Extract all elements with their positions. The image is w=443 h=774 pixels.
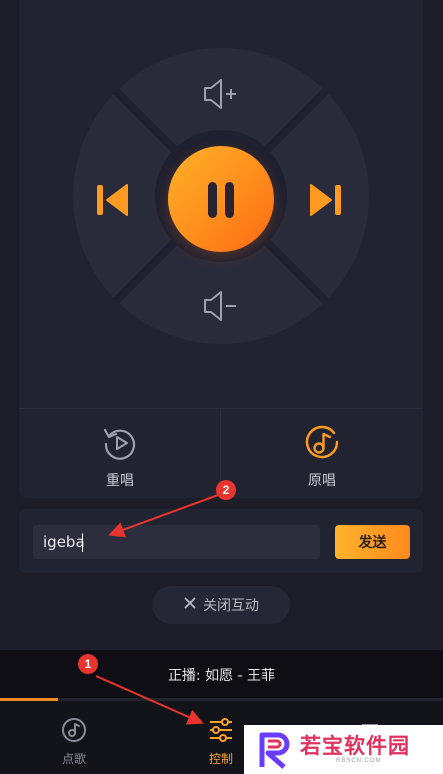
close-interaction-label: 关闭互动 [203, 598, 259, 614]
tab-songs[interactable]: 点歌 [44, 717, 104, 767]
now-playing-text: 正播: 如愿 - 王菲 [167, 668, 276, 684]
skip-previous-icon[interactable] [93, 182, 133, 222]
music-note-icon [61, 718, 87, 747]
watermark: 若宝软件园 RBSCN.COM [244, 725, 443, 774]
music-note-disc-icon [303, 425, 341, 466]
tab-control[interactable]: 控制 [191, 717, 251, 767]
skip-next-icon[interactable] [305, 182, 345, 222]
close-interaction-button[interactable]: 关闭互动 [152, 586, 290, 624]
watermark-text: 若宝软件园 [300, 734, 410, 758]
watermark-logo [258, 731, 294, 773]
text-caret [82, 533, 83, 552]
replay-label: 重唱 [106, 473, 134, 489]
volume-down-icon[interactable] [201, 288, 241, 328]
play-pause-button[interactable] [168, 146, 274, 252]
replay-button[interactable]: 重唱 [90, 424, 150, 490]
tab-songs-label: 点歌 [61, 752, 86, 766]
annotation-marker: 1 [78, 654, 98, 674]
original-vocal-button[interactable]: 原唱 [292, 424, 352, 490]
message-input[interactable] [33, 525, 320, 559]
sliders-icon [208, 718, 234, 747]
tab-control-label: 控制 [208, 752, 233, 766]
close-icon [183, 596, 197, 614]
send-button[interactable]: 发送 [335, 525, 410, 559]
volume-up-icon[interactable] [201, 76, 241, 116]
divider [19, 408, 423, 409]
original-vocal-label: 原唱 [308, 473, 336, 489]
replay-icon [101, 428, 139, 466]
watermark-subtext: RBSCN.COM [336, 758, 382, 764]
remote-dpad [71, 46, 371, 346]
annotation-marker: 2 [216, 480, 236, 500]
